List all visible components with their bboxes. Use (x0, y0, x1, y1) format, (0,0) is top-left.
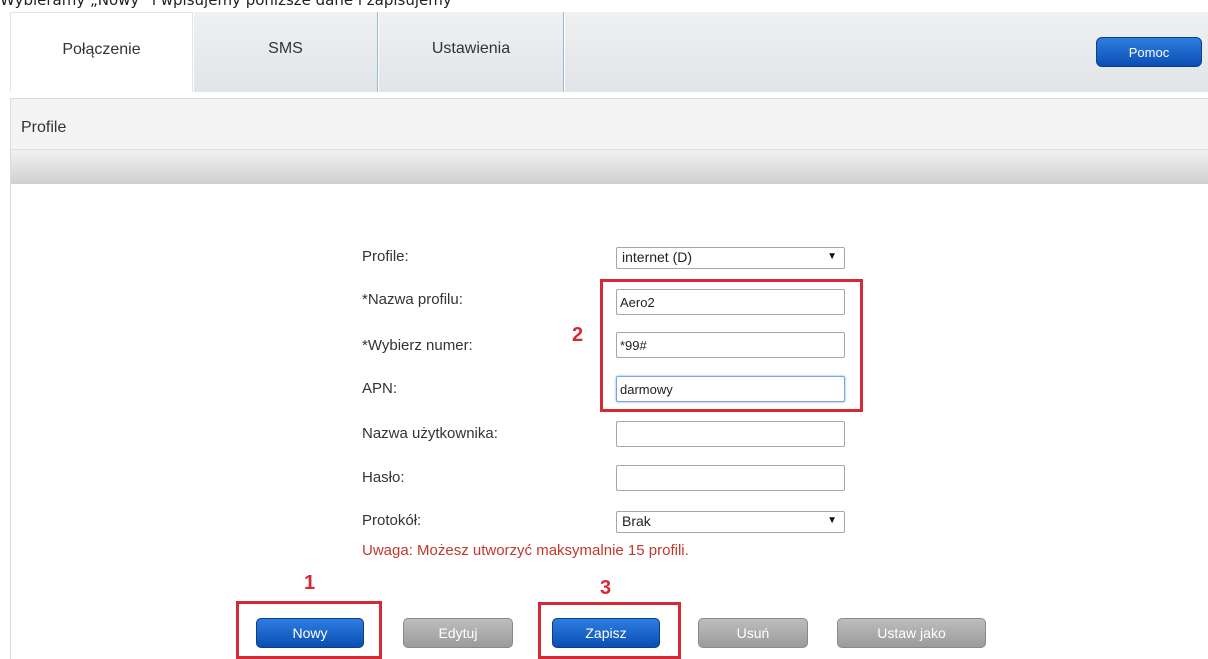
profile-select[interactable]: internet (D) ▼ (616, 247, 845, 269)
password-label: Hasło: (362, 469, 405, 486)
profile-name-label: *Nazwa profilu: (362, 291, 463, 308)
annotation-number-2: 2 (572, 324, 584, 346)
profile-limit-warning: Uwaga: Możesz utworzyć maksymalnie 15 pr… (362, 542, 689, 559)
delete-button[interactable]: Usuń (698, 618, 808, 648)
edit-button[interactable]: Edytuj (403, 618, 513, 648)
tab-connection[interactable]: Połączenie (10, 12, 193, 92)
set-as-button[interactable]: Ustaw jako (837, 618, 986, 648)
panel-title: Profile (11, 98, 1208, 150)
help-button[interactable]: Pomoc (1096, 37, 1202, 67)
tab-bar-filler: Pomoc (565, 12, 1208, 92)
profile-label: Profile: (362, 248, 409, 265)
protocol-select[interactable]: Brak ▼ (616, 511, 845, 533)
save-button[interactable]: Zapisz (552, 618, 660, 648)
dropdown-arrow-icon: ▼ (827, 251, 837, 262)
annotation-box-2 (600, 279, 863, 412)
username-label: Nazwa użytkownika: (362, 425, 498, 442)
username-input[interactable] (616, 421, 845, 447)
dropdown-arrow-icon: ▼ (827, 515, 837, 526)
instruction-caption: Wybieramy „Nowy” i wpisujemy poniższe da… (0, 0, 452, 9)
dial-number-label: *Wybierz numer: (362, 337, 473, 354)
annotation-number-1: 1 (304, 572, 316, 594)
annotation-number-3: 3 (600, 577, 612, 599)
protocol-select-value: Brak (622, 513, 651, 529)
tab-sms[interactable]: SMS (194, 12, 378, 92)
apn-label: APN: (362, 380, 398, 397)
password-input[interactable] (616, 465, 845, 491)
profile-select-value: internet (D) (622, 249, 693, 265)
protocol-label: Protokół: (362, 512, 422, 529)
tab-bar: Połączenie SMS Ustawienia Pomoc (0, 12, 1208, 92)
new-button[interactable]: Nowy (256, 618, 364, 648)
tab-settings[interactable]: Ustawienia (379, 12, 564, 92)
panel-toolbar-strip (11, 150, 1208, 184)
